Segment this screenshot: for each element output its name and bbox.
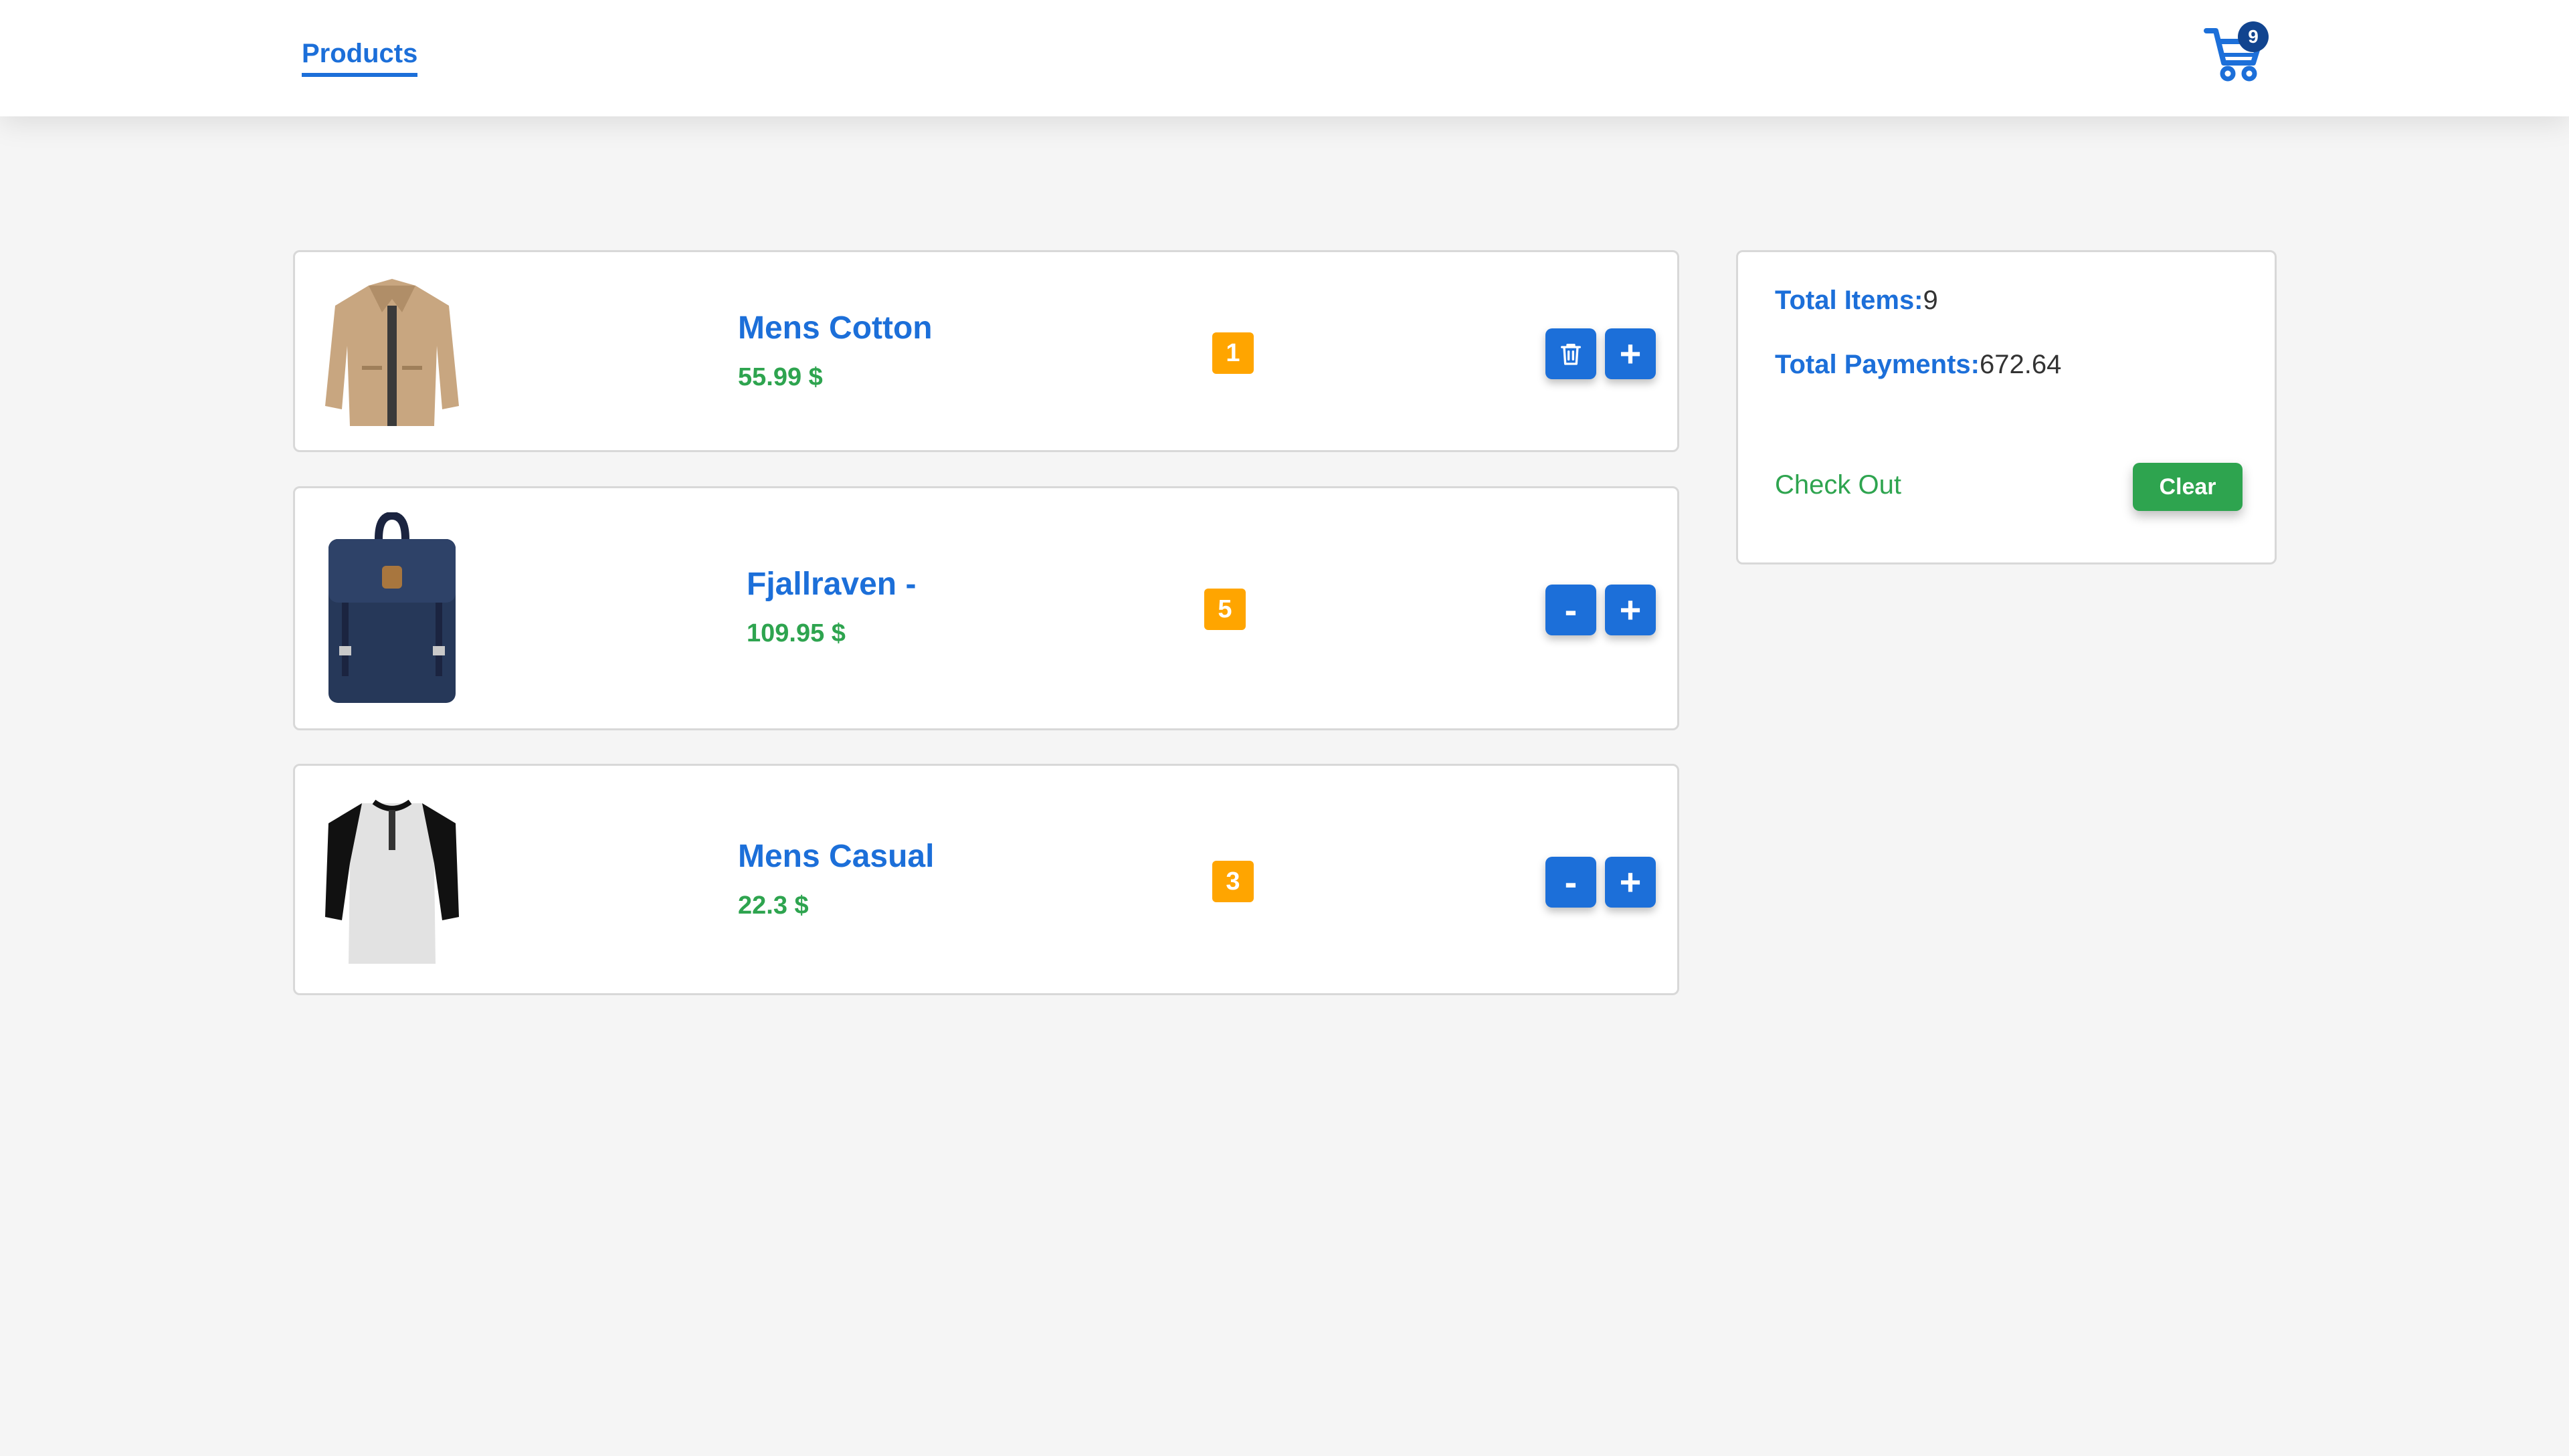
cart-item-card: Mens Casual 22.3 $ 3 - + bbox=[293, 764, 1679, 995]
remove-item-button[interactable] bbox=[1545, 328, 1596, 379]
total-items-label: Total Items: bbox=[1775, 286, 1923, 315]
clear-cart-button[interactable]: Clear bbox=[2133, 463, 2243, 511]
cart-count-badge: 9 bbox=[2238, 21, 2269, 52]
total-payments-row: Total Payments:672.64 bbox=[1775, 350, 2061, 380]
product-price: 109.95 $ bbox=[747, 619, 846, 647]
total-payments-label: Total Payments: bbox=[1775, 350, 1980, 379]
cart-item-card: Fjallraven - 109.95 $ 5 - + bbox=[293, 486, 1679, 730]
total-payments-value: 672.64 bbox=[1980, 350, 2062, 379]
decrease-quantity-button[interactable]: - bbox=[1545, 857, 1596, 908]
product-price: 55.99 $ bbox=[738, 363, 823, 391]
product-name: Fjallraven - bbox=[747, 566, 917, 602]
product-image-jacket bbox=[322, 272, 462, 433]
checkout-button[interactable]: Check Out bbox=[1775, 470, 1901, 500]
cart-button[interactable]: 9 bbox=[2201, 20, 2269, 87]
total-items-value: 9 bbox=[1923, 286, 1938, 315]
increase-quantity-button[interactable]: + bbox=[1605, 585, 1656, 635]
product-image-shirt bbox=[322, 790, 462, 969]
decrease-quantity-button[interactable]: - bbox=[1545, 585, 1596, 635]
top-navbar: Products 9 bbox=[0, 0, 2569, 116]
product-image-backpack bbox=[322, 511, 462, 706]
product-name: Mens Cotton bbox=[738, 310, 933, 346]
cart-summary-panel: Total Items:9 Total Payments:672.64 Chec… bbox=[1736, 250, 2277, 564]
cart-item-card: Mens Cotton 55.99 $ 1 + bbox=[293, 250, 1679, 452]
quantity-badge: 1 bbox=[1212, 332, 1254, 374]
quantity-badge: 5 bbox=[1204, 589, 1246, 630]
product-price: 22.3 $ bbox=[738, 892, 809, 920]
increase-quantity-button[interactable]: + bbox=[1605, 857, 1656, 908]
nav-link-products[interactable]: Products bbox=[302, 39, 418, 77]
product-name: Mens Casual bbox=[738, 839, 935, 874]
trash-icon bbox=[1561, 344, 1581, 365]
total-items-row: Total Items:9 bbox=[1775, 286, 1938, 316]
increase-quantity-button[interactable]: + bbox=[1605, 328, 1656, 379]
quantity-badge: 3 bbox=[1212, 861, 1254, 902]
